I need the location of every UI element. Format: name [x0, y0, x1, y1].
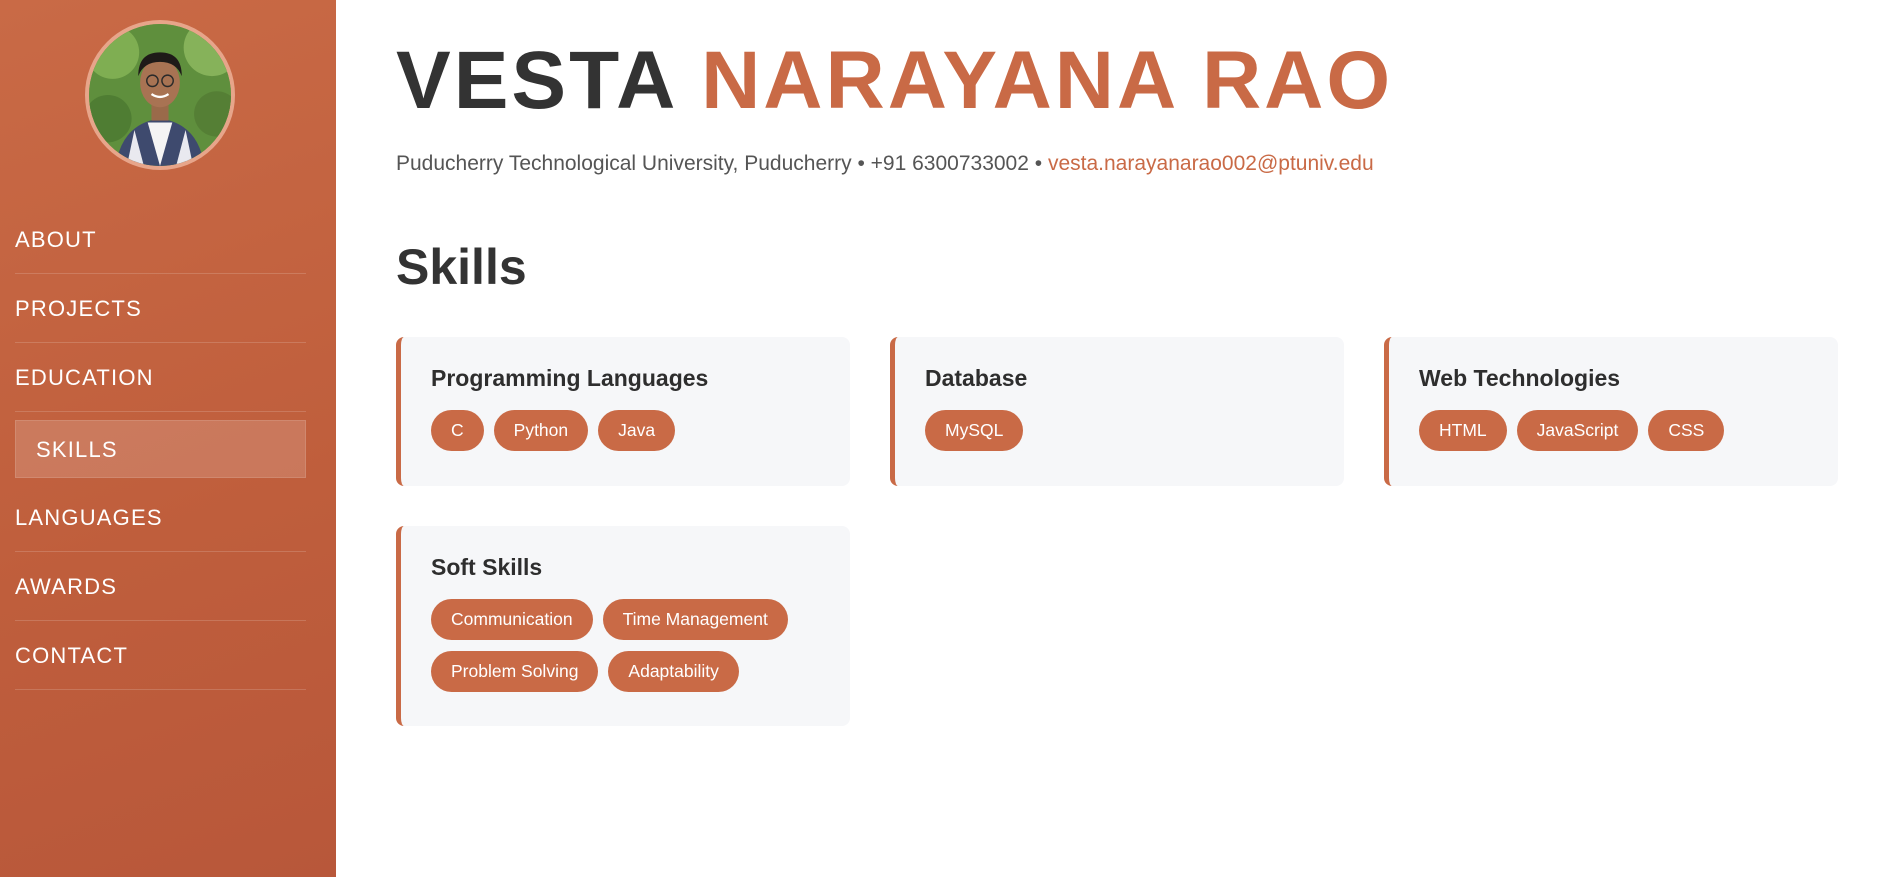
skill-tag[interactable]: Problem Solving: [431, 651, 599, 692]
main-content: VESTA NARAYANA RAO Puducherry Technologi…: [396, 0, 1877, 877]
sidebar-item-education[interactable]: EDUCATION: [15, 343, 306, 412]
skill-tag[interactable]: Time Management: [602, 599, 788, 640]
sidebar-nav: ABOUT PROJECTS EDUCATION SKILLS LANGUAGE…: [15, 205, 306, 690]
sidebar-item-projects[interactable]: PROJECTS: [15, 274, 306, 343]
skill-card-programming: Programming Languages C Python Java: [396, 337, 850, 486]
skill-card-title: Database: [925, 365, 1028, 391]
skill-tag[interactable]: Communication: [431, 599, 593, 640]
sidebar-item-awards[interactable]: AWARDS: [15, 552, 306, 621]
sidebar-item-skills[interactable]: SKILLS: [15, 420, 306, 478]
contact-line: Puducherry Technological University, Pud…: [396, 152, 1374, 176]
email-link[interactable]: vesta.narayanarao002@ptuniv.edu: [1048, 152, 1374, 175]
skill-tags: Communication Time Management Problem So…: [431, 599, 820, 692]
sidebar: ABOUT PROJECTS EDUCATION SKILLS LANGUAGE…: [0, 0, 336, 877]
skill-card-database: Database MySQL: [890, 337, 1344, 486]
skill-card-title: Soft Skills: [431, 554, 543, 580]
last-name: NARAYANA RAO: [701, 35, 1394, 126]
profile-photo-icon: [89, 24, 231, 166]
skill-tag[interactable]: MySQL: [925, 410, 1024, 451]
skill-tag[interactable]: JavaScript: [1516, 410, 1639, 451]
profile-avatar: [85, 20, 235, 170]
skill-card-web: Web Technologies HTML JavaScript CSS: [1384, 337, 1838, 486]
location-text: Puducherry Technological University, Pud…: [396, 152, 852, 175]
skill-tag[interactable]: Python: [493, 410, 589, 451]
skill-tag[interactable]: HTML: [1419, 410, 1507, 451]
sidebar-item-languages[interactable]: LANGUAGES: [15, 483, 306, 552]
sidebar-item-about[interactable]: ABOUT: [15, 205, 306, 274]
skill-card-title: Web Technologies: [1419, 365, 1621, 391]
skill-tags: HTML JavaScript CSS: [1419, 410, 1808, 451]
separator-dot: •: [1034, 152, 1043, 175]
skill-card-title: Programming Languages: [431, 365, 709, 391]
sidebar-item-contact[interactable]: CONTACT: [15, 621, 306, 690]
skill-tag[interactable]: CSS: [1648, 410, 1725, 451]
page-title: VESTA NARAYANA RAO: [396, 40, 1393, 122]
skill-tags: C Python Java: [431, 410, 820, 451]
skill-tag[interactable]: C: [431, 410, 484, 451]
first-name: VESTA: [396, 35, 676, 126]
skill-card-soft: Soft Skills Communication Time Managemen…: [396, 526, 850, 726]
section-title: Skills: [396, 239, 527, 295]
separator-dot: •: [857, 152, 865, 175]
skill-tag[interactable]: Adaptability: [608, 651, 739, 692]
skill-tag[interactable]: Java: [598, 410, 676, 451]
phone-text: +91 6300733002: [870, 152, 1029, 175]
skill-tags: MySQL: [925, 410, 1314, 451]
